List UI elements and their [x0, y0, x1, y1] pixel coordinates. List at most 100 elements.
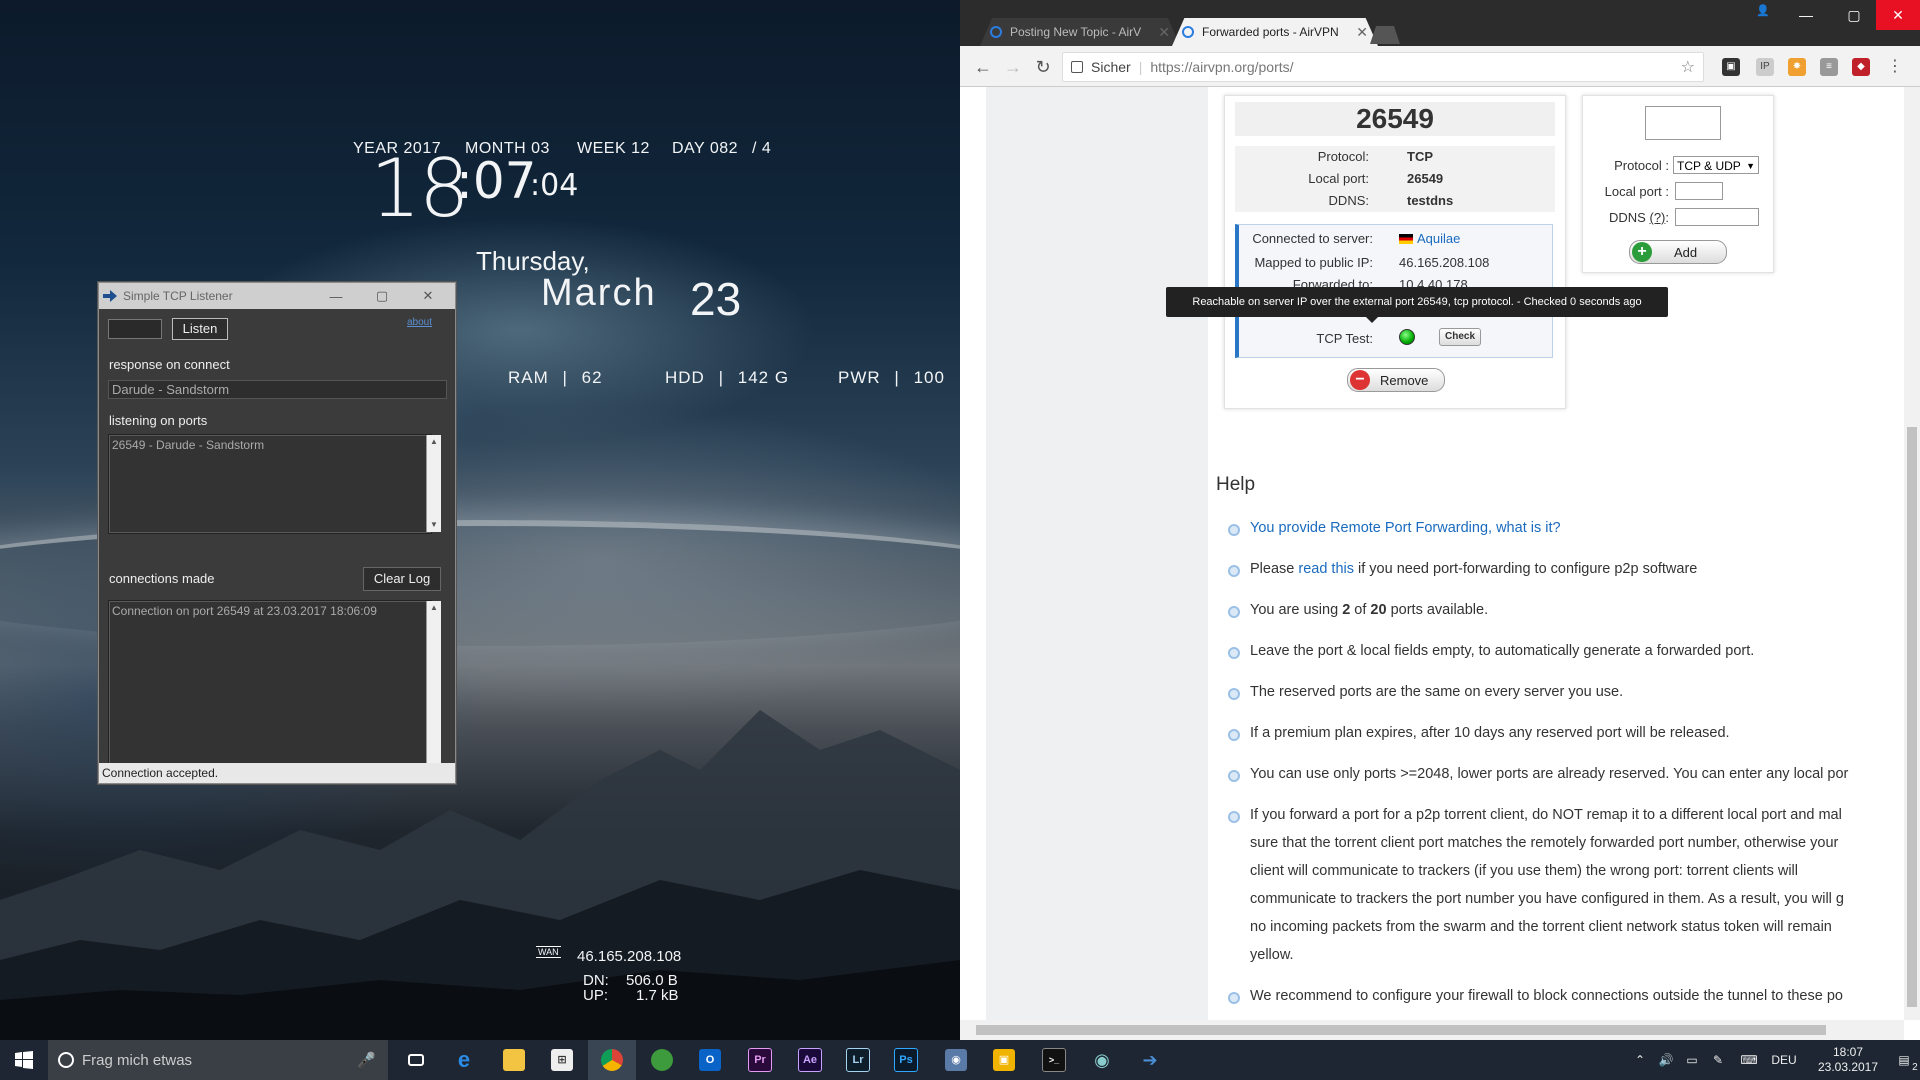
- ddns-help-link[interactable]: (?): [1649, 210, 1665, 225]
- maximize-button[interactable]: ▢: [359, 283, 405, 309]
- globe-icon: [651, 1049, 673, 1071]
- connections-log[interactable]: Connection on port 26549 at 23.03.2017 1…: [108, 600, 432, 778]
- windows-logo-icon: [15, 1051, 33, 1069]
- tab-posting-new-topic[interactable]: Posting New Topic - AirV ✕: [980, 18, 1180, 46]
- app-yellow[interactable]: ▣: [980, 1040, 1028, 1080]
- port-card: 26549 Protocol: TCP Local port: 26549 DD…: [1224, 95, 1566, 409]
- scroll-down-icon[interactable]: ▼: [427, 518, 441, 532]
- notification-center-icon[interactable]: ▤ 2: [1888, 1040, 1920, 1080]
- minimize-button[interactable]: —: [1782, 0, 1830, 30]
- close-button[interactable]: ✕: [1876, 0, 1920, 30]
- close-icon[interactable]: ✕: [1158, 24, 1170, 41]
- extension-icon[interactable]: ✸: [1788, 58, 1806, 76]
- premiere-app[interactable]: Pr: [736, 1040, 784, 1080]
- forward-arrow-icon[interactable]: →: [1002, 56, 1024, 78]
- bookmark-star-icon[interactable]: ☆: [1681, 57, 1695, 77]
- vertical-scrollbar[interactable]: [1904, 87, 1920, 1020]
- ports-scrollbar[interactable]: ▲ ▼: [426, 435, 441, 532]
- store-app[interactable]: ⊞: [538, 1040, 586, 1080]
- add-button[interactable]: + Add: [1629, 240, 1727, 264]
- new-tab-button[interactable]: [1370, 26, 1400, 44]
- server-link[interactable]: Aquilae: [1417, 231, 1460, 246]
- stat-pwr-label: PWR: [838, 368, 881, 387]
- chrome-app[interactable]: [588, 1040, 636, 1080]
- explorer-app[interactable]: [490, 1040, 538, 1080]
- protocol-select[interactable]: TCP & UDP ▼: [1673, 156, 1759, 174]
- close-button[interactable]: ✕: [405, 283, 451, 309]
- help-text-line: sure that the torrent client port matche…: [1250, 835, 1839, 851]
- help-text: if you need port-forwarding to configure…: [1354, 561, 1698, 577]
- task-view-button[interactable]: [392, 1040, 440, 1080]
- listen-button[interactable]: Listen: [172, 318, 228, 340]
- network-app[interactable]: ◉: [932, 1040, 980, 1080]
- volume-icon[interactable]: 🔊: [1654, 1040, 1678, 1080]
- scroll-up-icon[interactable]: ▲: [427, 435, 441, 449]
- network-globe-icon: ◉: [945, 1049, 967, 1071]
- read-this-link[interactable]: read this: [1298, 561, 1354, 577]
- scrollbar-thumb[interactable]: [1907, 427, 1917, 1007]
- clock[interactable]: 18:07 23.03.2017: [1808, 1040, 1888, 1080]
- help-text-line: client will communicate to trackers (if …: [1250, 863, 1798, 879]
- app-icon: ▣: [993, 1049, 1015, 1071]
- local-port-label: Local port:: [1308, 171, 1369, 186]
- address-bar[interactable]: Sicher | https://airvpn.org/ports/ ☆: [1062, 52, 1704, 82]
- clear-log-button[interactable]: Clear Log: [363, 567, 441, 591]
- arrow-right-icon: ➔: [1142, 1050, 1158, 1070]
- tcp-listener-app[interactable]: ➔: [1126, 1040, 1174, 1080]
- ublock-icon[interactable]: ◆: [1852, 58, 1870, 76]
- language-indicator[interactable]: DEU: [1766, 1040, 1802, 1080]
- list-item[interactable]: 26549 - Darude - Sandstorm: [112, 438, 428, 452]
- log-scrollbar[interactable]: ▲ ▼: [426, 601, 441, 776]
- tcp-test-tooltip: Reachable on server IP over the external…: [1166, 287, 1668, 323]
- tray-chevron-icon[interactable]: ⌃: [1630, 1040, 1650, 1080]
- help-item-2: Please read this if you need port-forwar…: [1250, 555, 1904, 583]
- eye-app[interactable]: ◉: [1078, 1040, 1126, 1080]
- new-port-input[interactable]: [1645, 106, 1721, 140]
- scroll-up-icon[interactable]: ▲: [427, 601, 441, 615]
- keyboard-icon[interactable]: ⌨: [1734, 1040, 1764, 1080]
- menu-dots-icon[interactable]: ⋮: [1886, 58, 1904, 76]
- reload-icon[interactable]: ↻: [1032, 56, 1054, 78]
- remove-button[interactable]: − Remove: [1347, 368, 1445, 392]
- database-extension-icon[interactable]: ≡: [1820, 58, 1838, 76]
- remote-forwarding-link[interactable]: You provide Remote Port Forwarding, what…: [1250, 520, 1561, 536]
- ip-extension-icon[interactable]: IP: [1756, 58, 1774, 76]
- profile-icon[interactable]: 👤: [1748, 0, 1778, 20]
- terminal-app[interactable]: >_: [1030, 1040, 1078, 1080]
- clock-second: :04: [530, 168, 579, 203]
- about-link[interactable]: about: [407, 317, 432, 328]
- network-icon[interactable]: ▭: [1680, 1040, 1704, 1080]
- tab-forwarded-ports[interactable]: Forwarded ports - AirVPN ✕: [1172, 18, 1378, 46]
- folder-icon: [503, 1049, 525, 1071]
- extension-icon[interactable]: ▣: [1722, 58, 1740, 76]
- edge-app[interactable]: e: [440, 1040, 488, 1080]
- maximize-button[interactable]: ▢: [1830, 0, 1878, 30]
- port-input[interactable]: [108, 319, 162, 339]
- minimize-button[interactable]: —: [313, 283, 359, 309]
- back-arrow-icon[interactable]: ←: [972, 56, 994, 78]
- help-text-line: yellow.: [1250, 947, 1294, 963]
- local-port-input[interactable]: [1675, 182, 1723, 200]
- help-item-8: If you forward a port for a p2p torrent …: [1250, 801, 1904, 969]
- start-button[interactable]: [0, 1040, 48, 1080]
- globe-app[interactable]: [638, 1040, 686, 1080]
- response-input[interactable]: Darude - Sandstorm: [108, 380, 447, 399]
- url-text[interactable]: https://airvpn.org/ports/: [1150, 59, 1293, 75]
- tcp-title-bar[interactable]: Simple TCP Listener — ▢ ✕: [99, 283, 455, 309]
- cortana-search[interactable]: Frag mich etwas 🎤: [48, 1040, 388, 1080]
- ports-listbox[interactable]: 26549 - Darude - Sandstorm: [108, 434, 432, 534]
- microphone-icon[interactable]: 🎤: [357, 1051, 376, 1069]
- scrollbar-thumb[interactable]: [976, 1025, 1826, 1035]
- outlook-app[interactable]: O: [686, 1040, 734, 1080]
- horizontal-scrollbar[interactable]: [960, 1020, 1904, 1040]
- lightroom-app[interactable]: Lr: [834, 1040, 882, 1080]
- after-effects-app[interactable]: Ae: [786, 1040, 834, 1080]
- check-button[interactable]: Check: [1439, 328, 1481, 346]
- ddns-input[interactable]: [1675, 208, 1759, 226]
- plus-icon: +: [1632, 242, 1652, 262]
- photoshop-app[interactable]: Ps: [882, 1040, 930, 1080]
- server-value[interactable]: Aquilae: [1399, 231, 1460, 246]
- close-icon[interactable]: ✕: [1356, 24, 1368, 41]
- notification-count: 2: [1912, 1062, 1918, 1073]
- pen-icon[interactable]: ✎: [1706, 1040, 1730, 1080]
